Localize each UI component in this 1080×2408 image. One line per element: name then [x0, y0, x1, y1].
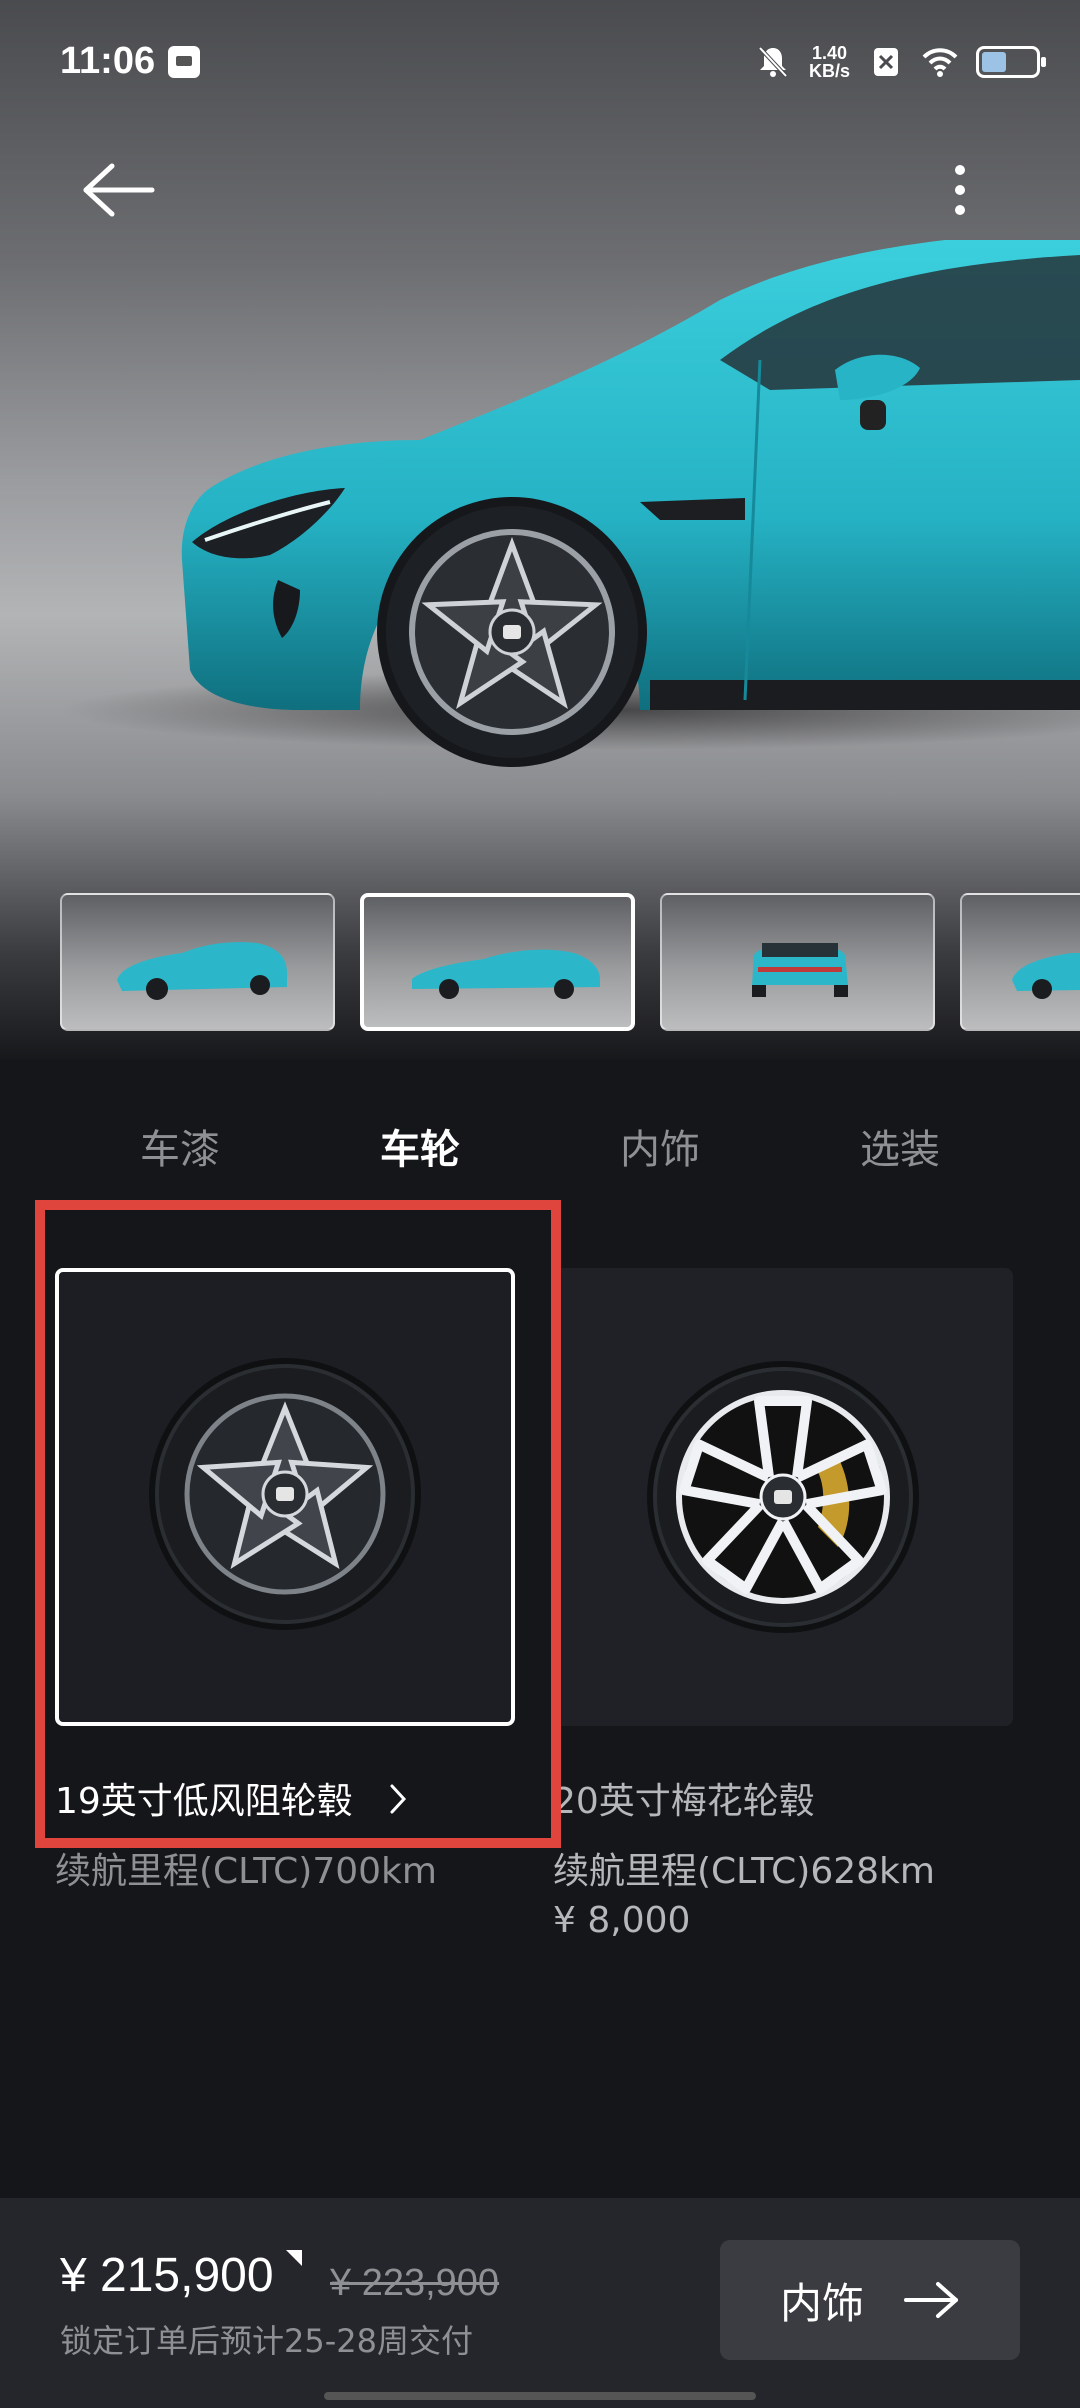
wheel-option-19-range: 续航里程(CLTC)700km: [55, 1851, 437, 1892]
wheel-option-19-title[interactable]: 19英寸低风阻轮毂: [55, 1772, 353, 1824]
status-time: 11:06: [60, 40, 156, 82]
status-icons: 1.40 KB/s: [755, 40, 1046, 84]
thumbnail-more[interactable]: [960, 893, 1080, 1031]
view-thumbnails: [60, 893, 1080, 1031]
tab-wheels[interactable]: 车轮: [300, 1120, 540, 1180]
battery-icon: [976, 46, 1046, 78]
mute-bell-icon: [758, 46, 788, 78]
home-indicator[interactable]: [324, 2392, 756, 2400]
net-speed-unit: KB/s: [808, 61, 850, 81]
notification-icon: [168, 46, 200, 78]
car-preview-area: 11:06 1.40 KB/s: [0, 0, 1080, 1060]
wheel-option-20-title[interactable]: 20英寸梅花轮毂: [553, 1772, 815, 1824]
back-arrow-icon[interactable]: [80, 160, 156, 220]
delivery-estimate: 锁定订单后预计25-28周交付: [60, 2322, 473, 2360]
wheel-option-20-price: ¥ 8,000: [553, 1900, 691, 1941]
tab-interior[interactable]: 内饰: [540, 1120, 780, 1180]
tab-options[interactable]: 选装: [780, 1120, 1020, 1180]
config-tabs: 车漆 车轮 内饰 选装: [60, 1120, 1020, 1180]
net-speed-value: 1.40: [811, 43, 848, 63]
price-detail-mark[interactable]: [286, 2250, 302, 2266]
wifi-icon: [922, 48, 958, 77]
wheel-20-image: [647, 1361, 919, 1633]
next-interior-button[interactable]: 内饰: [720, 2240, 1020, 2360]
wheel-option-20-card[interactable]: [553, 1268, 1013, 1726]
next-button-label: 内饰: [779, 2278, 864, 2328]
thumbnail-side[interactable]: [360, 893, 635, 1031]
wheel-19-image: [149, 1358, 421, 1630]
thumbnail-rear[interactable]: [660, 893, 935, 1031]
wheel-option-20-range: 续航里程(CLTC)628km: [553, 1851, 935, 1892]
network-speed: 1.40 KB/s: [809, 44, 850, 80]
more-vertical-icon[interactable]: [940, 160, 980, 220]
status-bar: 11:06 1.40 KB/s: [0, 0, 1080, 120]
arrow-right-icon: [904, 2282, 958, 2318]
car-image: [60, 240, 1080, 767]
original-price: ¥ 223,900: [330, 2262, 500, 2304]
chevron-right-icon[interactable]: [388, 1782, 408, 1816]
thumbnail-front-three-quarter[interactable]: [60, 893, 335, 1031]
no-sim-icon: [874, 48, 898, 76]
wheel-option-19-card[interactable]: [55, 1268, 515, 1726]
total-price: ¥ 215,900: [60, 2249, 274, 2302]
tab-paint[interactable]: 车漆: [60, 1120, 300, 1180]
